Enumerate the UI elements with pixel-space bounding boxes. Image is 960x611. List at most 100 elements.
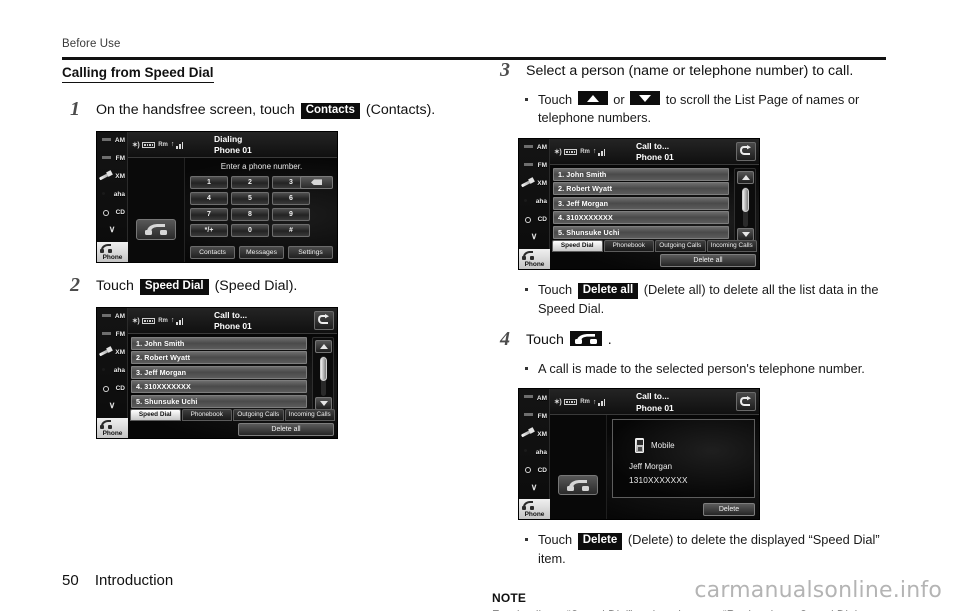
phone-type-row: Mobile xyxy=(635,438,675,454)
arrow-down-icon xyxy=(319,400,328,406)
list-item[interactable]: 5. Shunsuke Uchi xyxy=(131,394,307,408)
rail-item-phone[interactable]: Phone xyxy=(519,248,550,269)
tab-contacts[interactable]: Contacts xyxy=(190,245,235,259)
rail-item-phone[interactable]: Phone xyxy=(97,417,128,438)
rail-item-aha[interactable]: aha xyxy=(519,443,549,461)
rail-item-cd[interactable]: CD xyxy=(97,380,127,398)
rail-item-xm[interactable]: XM xyxy=(519,175,549,193)
rail-item-am-label: AM xyxy=(536,144,547,152)
tab-speed-dial[interactable]: Speed Dial xyxy=(130,408,181,421)
keypad-key-9[interactable]: 9 xyxy=(272,207,310,221)
rail-item-cd[interactable]: CD xyxy=(97,204,127,222)
list-item[interactable]: 3. Jeff Morgan xyxy=(553,196,729,210)
tab-incoming-calls[interactable]: Incoming Calls xyxy=(284,408,335,421)
chevron-down-icon[interactable]: ∨ xyxy=(97,398,127,414)
arrow-down-icon[interactable] xyxy=(630,90,661,105)
bullet-scroll-arrows: Touch or to scroll the List Page of name… xyxy=(492,90,890,128)
list-item[interactable]: 2. Robert Wyatt xyxy=(553,182,729,196)
rail-item-fm[interactable]: FM xyxy=(97,150,127,168)
detail-title-main: Call to... xyxy=(636,391,670,402)
tab-speed-dial[interactable]: Speed Dial xyxy=(552,239,603,252)
phone-type-label: Mobile xyxy=(651,441,675,451)
scrollbar[interactable] xyxy=(312,336,334,413)
step-2: 2 Touch Speed Dial (Speed Dial). xyxy=(62,274,462,297)
back-button[interactable] xyxy=(736,392,756,412)
keypad-key-4[interactable]: 4 xyxy=(190,191,228,205)
rail-item-xm[interactable]: XM xyxy=(97,344,127,362)
footer-section: Introduction xyxy=(94,572,174,589)
signal-antenna-icon: ↑ xyxy=(170,317,175,325)
rail-item-aha[interactable]: aha xyxy=(97,186,127,204)
tab-messages[interactable]: Messages xyxy=(239,245,284,259)
list-item[interactable]: 5. Shunsuke Uchi xyxy=(553,225,729,239)
scroll-up-button[interactable] xyxy=(737,170,754,184)
keypad-key-star[interactable]: */+ xyxy=(190,223,228,237)
chevron-down-icon[interactable]: ∨ xyxy=(519,479,549,495)
arrow-up-icon[interactable] xyxy=(577,90,608,105)
speed-dial-keycap[interactable]: Speed Dial xyxy=(139,278,209,296)
list-item[interactable]: 4. 310XXXXXXX xyxy=(131,380,307,394)
keypad-key-5[interactable]: 5 xyxy=(231,191,269,205)
delete-button[interactable]: Delete xyxy=(703,503,755,517)
delete-all-button[interactable]: Delete all xyxy=(660,253,756,267)
tab-phonebook[interactable]: Phonebook xyxy=(603,239,654,252)
step-1: 1 On the handsfree screen, touch Contact… xyxy=(62,98,462,121)
keypad-key-7[interactable]: 7 xyxy=(190,207,228,221)
keypad-key-2[interactable]: 2 xyxy=(231,175,269,189)
rail-item-am[interactable]: AM xyxy=(97,308,127,326)
handset-icon xyxy=(574,334,597,345)
rail-item-aha[interactable]: aha xyxy=(519,193,549,211)
delete-keycap[interactable]: Delete xyxy=(577,533,623,550)
list-item[interactable]: 2. Robert Wyatt xyxy=(131,351,307,365)
delete-all-button[interactable]: Delete all xyxy=(238,422,334,436)
back-button[interactable] xyxy=(314,310,334,330)
keypad-key-1[interactable]: 1 xyxy=(190,175,228,189)
rail-item-phone[interactable]: Phone xyxy=(519,499,550,520)
rail-item-fm[interactable]: FM xyxy=(519,157,549,175)
rail-item-phone[interactable]: Phone xyxy=(97,241,128,262)
list-item[interactable]: 4. 310XXXXXXX xyxy=(553,211,729,225)
chevron-down-icon[interactable]: ∨ xyxy=(97,222,127,238)
tab-settings[interactable]: Settings xyxy=(288,245,333,259)
site-watermark: carmanualsonline.info xyxy=(694,578,942,603)
call-button[interactable] xyxy=(136,218,176,240)
tab-outgoing-calls[interactable]: Outgoing Calls xyxy=(233,408,284,421)
keypad-key-8[interactable]: 8 xyxy=(231,207,269,221)
rail-item-xm[interactable]: XM xyxy=(519,425,549,443)
rail-item-fm[interactable]: FM xyxy=(519,407,549,425)
scroll-up-button[interactable] xyxy=(315,339,332,353)
handset-keycap[interactable] xyxy=(569,331,602,347)
contacts-keycap[interactable]: Contacts xyxy=(300,103,360,120)
scrollbar-thumb[interactable] xyxy=(320,356,327,381)
list-item[interactable]: 1. John Smith xyxy=(553,167,729,181)
back-button[interactable] xyxy=(736,141,756,161)
rail-item-fm[interactable]: FM xyxy=(97,326,127,344)
rail-item-xm[interactable]: XM xyxy=(97,168,127,186)
rail-item-aha-label: aha xyxy=(113,367,125,375)
rail-item-am[interactable]: AM xyxy=(519,389,549,407)
backspace-button[interactable] xyxy=(300,175,333,189)
tab-outgoing-calls[interactable]: Outgoing Calls xyxy=(655,239,706,252)
tab-incoming-calls[interactable]: Incoming Calls xyxy=(706,239,757,252)
roaming-label: Rm xyxy=(580,148,590,155)
chevron-down-icon[interactable]: ∨ xyxy=(519,229,549,245)
dialer-title-main: Dialing xyxy=(214,133,243,144)
rail-item-am[interactable]: AM xyxy=(519,139,549,157)
keypad-key-0[interactable]: 0 xyxy=(231,223,269,237)
rail-item-aha[interactable]: aha xyxy=(97,362,127,380)
rail-item-cd-label: CD xyxy=(115,385,125,393)
call-button[interactable] xyxy=(558,475,598,496)
keypad-key-6[interactable]: 6 xyxy=(272,191,310,205)
rail-item-am[interactable]: AM xyxy=(97,132,127,150)
scrollbar[interactable] xyxy=(734,167,756,244)
rail-item-cd-label: CD xyxy=(537,466,547,474)
delete-all-keycap[interactable]: Delete all xyxy=(577,282,639,300)
rail-item-cd[interactable]: CD xyxy=(519,211,549,229)
tab-phonebook[interactable]: Phonebook xyxy=(181,408,232,421)
bluetooth-icon: ✶) xyxy=(132,317,140,325)
list-item[interactable]: 3. Jeff Morgan xyxy=(131,365,307,379)
scrollbar-thumb[interactable] xyxy=(742,187,749,212)
list-item[interactable]: 1. John Smith xyxy=(131,336,307,350)
keypad-key-hash[interactable]: # xyxy=(272,223,310,237)
rail-item-cd[interactable]: CD xyxy=(519,461,549,479)
